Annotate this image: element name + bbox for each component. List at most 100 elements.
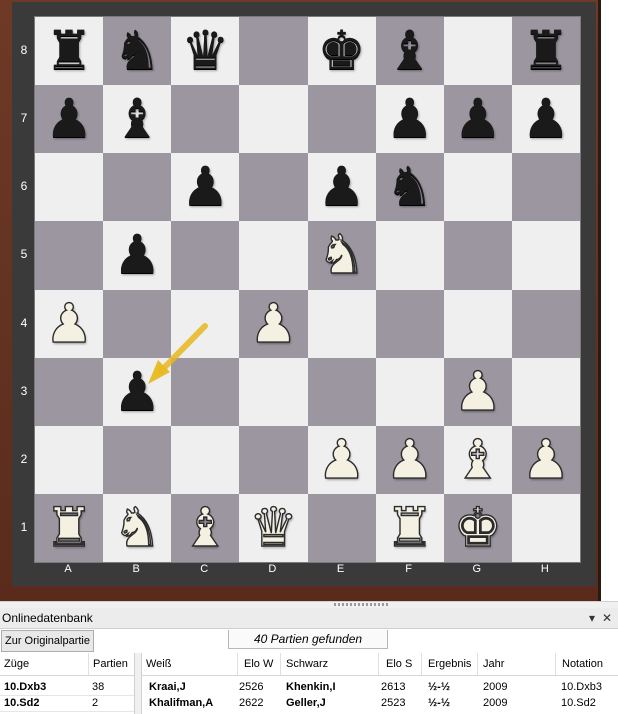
square-g8[interactable] bbox=[443, 17, 512, 86]
square-f6[interactable]: ♞ bbox=[375, 153, 444, 222]
white-knight-icon[interactable]: ♞ bbox=[112, 500, 162, 555]
square-e8[interactable]: ♚ bbox=[307, 17, 376, 86]
square-h6[interactable] bbox=[511, 153, 580, 222]
col-header-notation[interactable]: Notation bbox=[562, 658, 603, 670]
square-g7[interactable]: ♟ bbox=[443, 85, 512, 154]
black-queen-icon[interactable]: ♛ bbox=[181, 24, 229, 78]
square-h7[interactable]: ♟ bbox=[511, 85, 580, 154]
square-b1[interactable]: ♞ bbox=[103, 493, 172, 562]
square-h5[interactable] bbox=[511, 221, 580, 290]
white-king-icon[interactable]: ♚ bbox=[453, 500, 503, 555]
black-bishop-icon[interactable]: ♝ bbox=[385, 24, 433, 78]
white-pawn-icon[interactable]: ♟ bbox=[521, 432, 571, 487]
close-icon[interactable]: ✕ bbox=[600, 611, 614, 625]
square-f8[interactable]: ♝ bbox=[375, 17, 444, 86]
black-rook-icon[interactable]: ♜ bbox=[522, 24, 570, 78]
white-pawn-icon[interactable]: ♟ bbox=[453, 363, 503, 418]
square-a7[interactable]: ♟ bbox=[35, 85, 104, 154]
square-d4[interactable]: ♟ bbox=[239, 289, 308, 358]
square-e4[interactable] bbox=[307, 289, 376, 358]
square-d7[interactable] bbox=[239, 85, 308, 154]
black-pawn-icon[interactable]: ♟ bbox=[113, 364, 161, 419]
square-b8[interactable]: ♞ bbox=[103, 17, 172, 86]
square-b4[interactable] bbox=[103, 289, 172, 358]
square-e1[interactable] bbox=[307, 493, 376, 562]
square-b7[interactable]: ♝ bbox=[103, 85, 172, 154]
original-game-button[interactable]: Zur Originalpartie bbox=[1, 630, 94, 652]
square-h2[interactable]: ♟ bbox=[511, 425, 580, 494]
square-f1[interactable]: ♜ bbox=[375, 493, 444, 562]
black-knight-icon[interactable]: ♞ bbox=[113, 24, 161, 78]
square-b5[interactable]: ♟ bbox=[103, 221, 172, 290]
pin-menu-icon[interactable]: ▾ bbox=[585, 611, 599, 625]
square-a8[interactable]: ♜ bbox=[35, 17, 104, 86]
square-d8[interactable] bbox=[239, 17, 308, 86]
square-h8[interactable]: ♜ bbox=[511, 17, 580, 86]
square-e6[interactable]: ♟ bbox=[307, 153, 376, 222]
square-f2[interactable]: ♟ bbox=[375, 425, 444, 494]
square-a5[interactable] bbox=[35, 221, 104, 290]
black-pawn-icon[interactable]: ♟ bbox=[522, 92, 570, 146]
square-b3[interactable]: ♟ bbox=[103, 357, 172, 426]
square-d6[interactable] bbox=[239, 153, 308, 222]
col-header-elo-w[interactable]: Elo W bbox=[244, 658, 273, 670]
square-g4[interactable] bbox=[443, 289, 512, 358]
square-e5[interactable]: ♞ bbox=[307, 221, 376, 290]
col-header-black[interactable]: Schwarz bbox=[286, 658, 328, 670]
black-pawn-icon[interactable]: ♟ bbox=[45, 92, 93, 146]
black-rook-icon[interactable]: ♜ bbox=[45, 24, 93, 78]
square-c2[interactable] bbox=[171, 425, 240, 494]
black-knight-icon[interactable]: ♞ bbox=[385, 160, 433, 214]
square-a4[interactable]: ♟ bbox=[35, 289, 104, 358]
black-pawn-icon[interactable]: ♟ bbox=[113, 228, 161, 282]
square-g6[interactable] bbox=[443, 153, 512, 222]
square-b6[interactable] bbox=[103, 153, 172, 222]
col-header-result[interactable]: Ergebnis bbox=[428, 658, 471, 670]
col-header-games[interactable]: Partien bbox=[93, 658, 128, 670]
square-g1[interactable]: ♚ bbox=[443, 493, 512, 562]
moves-row[interactable]: 10.Sd2 2 bbox=[0, 696, 134, 712]
square-a3[interactable] bbox=[35, 357, 104, 426]
square-c7[interactable] bbox=[171, 85, 240, 154]
white-rook-icon[interactable]: ♜ bbox=[44, 500, 94, 555]
square-c4[interactable] bbox=[171, 289, 240, 358]
white-pawn-icon[interactable]: ♟ bbox=[249, 295, 299, 350]
square-g3[interactable]: ♟ bbox=[443, 357, 512, 426]
splitter-grip[interactable] bbox=[334, 603, 388, 606]
square-d5[interactable] bbox=[239, 221, 308, 290]
black-pawn-icon[interactable]: ♟ bbox=[385, 92, 433, 146]
square-h1[interactable] bbox=[511, 493, 580, 562]
square-f4[interactable] bbox=[375, 289, 444, 358]
square-e7[interactable] bbox=[307, 85, 376, 154]
black-bishop-icon[interactable]: ♝ bbox=[113, 92, 161, 146]
white-pawn-icon[interactable]: ♟ bbox=[317, 432, 367, 487]
square-d2[interactable] bbox=[239, 425, 308, 494]
square-f3[interactable] bbox=[375, 357, 444, 426]
square-b2[interactable] bbox=[103, 425, 172, 494]
moves-row[interactable]: 10.Dxb3 38 bbox=[0, 680, 134, 696]
square-d1[interactable]: ♛ bbox=[239, 493, 308, 562]
square-c1[interactable]: ♝ bbox=[171, 493, 240, 562]
black-king-icon[interactable]: ♚ bbox=[317, 24, 365, 78]
square-h3[interactable] bbox=[511, 357, 580, 426]
square-c8[interactable]: ♛ bbox=[171, 17, 240, 86]
square-e3[interactable] bbox=[307, 357, 376, 426]
col-header-moves[interactable]: Züge bbox=[4, 658, 29, 670]
square-c6[interactable]: ♟ bbox=[171, 153, 240, 222]
col-header-elo-s[interactable]: Elo S bbox=[386, 658, 412, 670]
black-pawn-icon[interactable]: ♟ bbox=[454, 92, 502, 146]
chess-board[interactable]: ♜ ♞ ♛ ♚ ♝ ♜ ♟ ♝ ♟ ♟ ♟ ♟ ♟ ♞ ♟ ♞ ♟ ♟ ♟ ♟ ♟ ♟ ♝ ♟ ♜ ♞ ♝ ♛ ♜ ♚ bbox=[34, 16, 581, 563]
col-header-year[interactable]: Jahr bbox=[483, 658, 504, 670]
white-bishop-icon[interactable]: ♝ bbox=[180, 500, 230, 555]
square-a2[interactable] bbox=[35, 425, 104, 494]
white-bishop-icon[interactable]: ♝ bbox=[453, 432, 503, 487]
black-pawn-icon[interactable]: ♟ bbox=[181, 160, 229, 214]
square-f5[interactable] bbox=[375, 221, 444, 290]
square-c5[interactable] bbox=[171, 221, 240, 290]
white-pawn-icon[interactable]: ♟ bbox=[44, 295, 94, 350]
square-f7[interactable]: ♟ bbox=[375, 85, 444, 154]
square-h4[interactable] bbox=[511, 289, 580, 358]
square-g2[interactable]: ♝ bbox=[443, 425, 512, 494]
games-row[interactable]: Khalifman,A 2622 Geller,J 2523 ½-½ 2009 … bbox=[141, 696, 618, 711]
white-knight-icon[interactable]: ♞ bbox=[317, 227, 367, 282]
